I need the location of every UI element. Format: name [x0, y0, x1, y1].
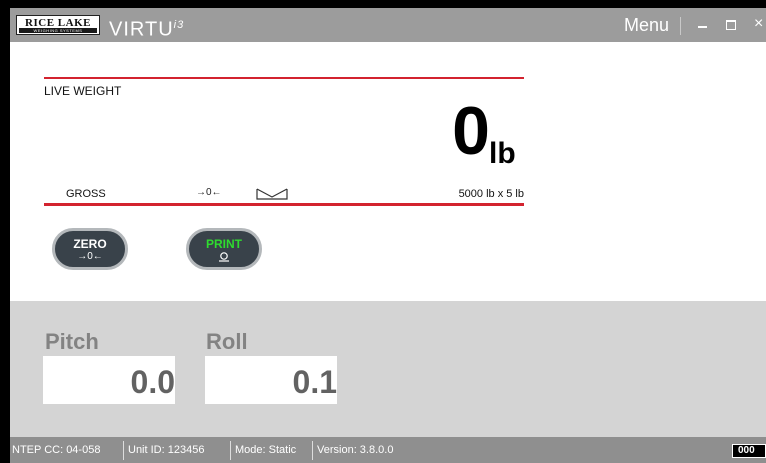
menu-button[interactable]: Menu — [624, 14, 669, 36]
status-bar: NTEP CC: 04-058 Unit ID: 123456 Mode: St… — [10, 437, 766, 463]
product-logo: VIRTUi3 — [109, 13, 184, 42]
weight-top-rule — [44, 77, 524, 79]
product-mark: i3 — [173, 19, 185, 31]
zero-icon: →0← — [77, 251, 103, 262]
center-of-zero-icon: →0← — [196, 187, 222, 198]
capacity-label: 5000 lb x 5 lb — [458, 188, 524, 200]
title-bar: RICE LAKE WEIGHING SYSTEMS VIRTUi3 Menu … — [10, 8, 766, 42]
status-divider — [230, 441, 231, 460]
rice-lake-logo: RICE LAKE WEIGHING SYSTEMS — [16, 15, 100, 35]
live-weight-label: LIVE WEIGHT — [44, 84, 122, 98]
version-status: Version: 3.8.0.0 — [317, 444, 394, 456]
roll-value: 0.1 — [292, 364, 337, 400]
weight-unit: lb — [489, 137, 516, 170]
status-divider — [123, 441, 124, 460]
printer-icon — [189, 251, 259, 266]
counter-badge: 000 — [732, 444, 766, 458]
zero-button-label: ZERO — [73, 237, 107, 251]
pitch-value-box: 0.0 — [43, 356, 175, 404]
close-icon[interactable]: × — [754, 14, 763, 34]
app: RICE LAKE WEIGHING SYSTEMS VIRTUi3 Menu … — [0, 0, 766, 463]
ntep-status: NTEP CC: 04-058 — [12, 444, 101, 456]
pitch-value: 0.0 — [130, 364, 175, 400]
logo-subtext: WEIGHING SYSTEMS — [19, 28, 97, 33]
print-button-label: PRINT — [206, 237, 242, 251]
main-window: RICE LAKE WEIGHING SYSTEMS VIRTUi3 Menu … — [10, 8, 766, 463]
minimize-icon[interactable] — [696, 16, 710, 34]
titlebar-divider — [680, 17, 681, 35]
maximize-icon[interactable] — [726, 20, 736, 30]
roll-label: Roll — [206, 329, 248, 354]
mode-status: Mode: Static — [235, 444, 297, 456]
roll-value-box: 0.1 — [205, 356, 337, 404]
weight-value: 0 — [452, 93, 490, 169]
zero-button[interactable]: ZERO →0← — [52, 228, 128, 270]
unit-id-status: Unit ID: 123456 — [128, 444, 205, 456]
pitch-label: Pitch — [45, 329, 99, 354]
status-divider — [312, 441, 313, 460]
print-button[interactable]: PRINT — [186, 228, 262, 270]
weight-bottom-rule — [44, 203, 524, 206]
gross-mode-label: GROSS — [66, 188, 106, 200]
product-name: VIRTU — [109, 18, 174, 41]
